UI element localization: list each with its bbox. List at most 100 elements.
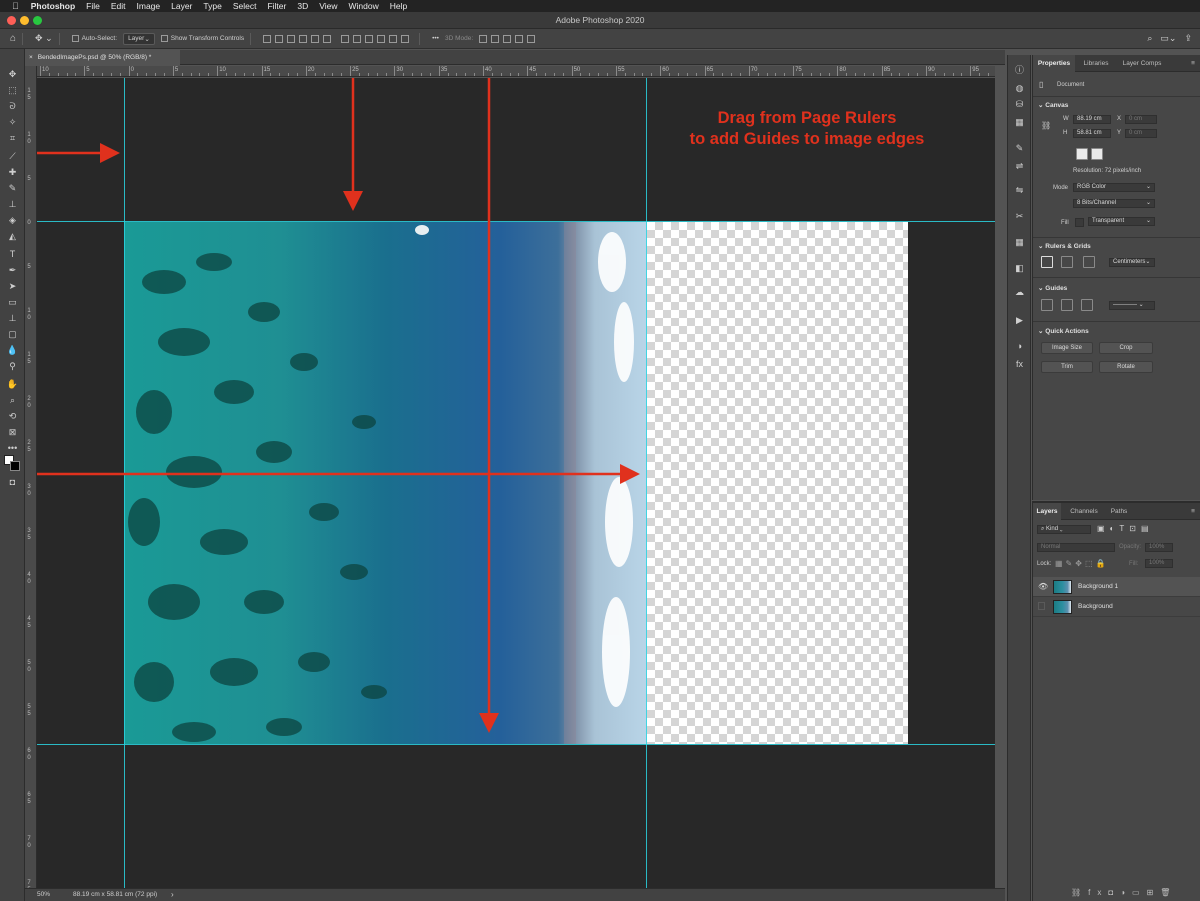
layer-filter-dropdown[interactable]: ⌕ Kind ⌄ <box>1037 525 1091 534</box>
menu-window[interactable]: Window <box>349 1 379 11</box>
menu-3d[interactable]: 3D <box>297 1 308 11</box>
libraries-icon[interactable]: ⛁ <box>1013 99 1026 110</box>
home-icon[interactable]: ⌂ <box>10 33 16 44</box>
magic-wand-icon[interactable]: ✧ <box>6 117 19 128</box>
menu-app-photoshop[interactable]: Photoshop <box>31 1 75 11</box>
menu-edit[interactable]: Edit <box>111 1 126 11</box>
character-icon[interactable]: ⇋ <box>1013 185 1026 196</box>
opacity-field[interactable]: 100% <box>1145 543 1173 552</box>
crop-tool-icon[interactable]: ⌗ <box>6 133 19 144</box>
healing-brush-icon[interactable]: ✚ <box>6 167 19 178</box>
eraser-icon[interactable]: ◈ <box>6 215 19 226</box>
layer-fill-field[interactable]: 100% <box>1145 559 1173 568</box>
close-tab-icon[interactable]: × <box>29 54 33 61</box>
info-icon[interactable]: ⓘ <box>1013 65 1026 76</box>
zoom-level[interactable]: 50% <box>37 891 50 898</box>
eyedropper-icon[interactable]: ⟋ <box>6 151 19 162</box>
adjustment-circle-icon[interactable]: ◑ <box>1013 341 1026 352</box>
tab-properties[interactable]: Properties <box>1033 55 1075 72</box>
canvas-pasteboard[interactable]: Drag from Page Rulers to add Guides to i… <box>37 78 995 888</box>
tab-layers[interactable]: Layers <box>1033 503 1061 520</box>
panel-menu-icon[interactable]: ≡ <box>1187 55 1199 72</box>
lasso-tool-icon[interactable]: ᘐ <box>6 101 19 112</box>
document-info[interactable]: 88.19 cm x 58.81 cm (72 ppi) <box>73 891 157 898</box>
rectangle-tool-icon[interactable]: ▭ <box>6 297 19 308</box>
menu-type[interactable]: Type <box>203 1 221 11</box>
link-icon[interactable]: ⛓ <box>1041 121 1051 130</box>
image-size-button[interactable]: Image Size <box>1041 342 1093 354</box>
layer-name[interactable]: Background <box>1078 603 1113 610</box>
share-icon[interactable]: ⇪ <box>1184 33 1192 44</box>
path-select-icon[interactable]: ➤ <box>6 281 19 292</box>
menu-filter[interactable]: Filter <box>267 1 286 11</box>
apple-menu-icon[interactable]:  <box>12 1 19 11</box>
layer-row-background-1[interactable]: 👁 Background 1 <box>1033 577 1200 597</box>
menu-help[interactable]: Help <box>390 1 407 11</box>
dodge-tool-icon[interactable]: ⚲ <box>6 361 19 372</box>
more-options-icon[interactable]: ••• <box>432 35 439 42</box>
paint-bucket-icon[interactable]: ◭ <box>6 231 19 242</box>
ruler-units-dropdown[interactable]: Centimeters⌄ <box>1109 258 1155 267</box>
menu-image[interactable]: Image <box>137 1 161 11</box>
brush-tool-icon[interactable]: ✎ <box>6 183 19 194</box>
tab-libraries[interactable]: Libraries <box>1077 55 1115 72</box>
x-field[interactable]: 0 cm <box>1125 115 1157 124</box>
fill-swatch[interactable] <box>1075 218 1084 227</box>
tab-layer-comps[interactable]: Layer Comps <box>1117 55 1167 72</box>
trim-button[interactable]: Trim <box>1041 361 1093 373</box>
status-arrow-icon[interactable]: › <box>171 890 174 899</box>
zoom-tool-icon[interactable]: ⌕ <box>6 395 19 406</box>
landscape-orientation-icon[interactable] <box>1091 148 1103 160</box>
swatches-icon[interactable]: ▦ <box>1013 117 1026 128</box>
frame-icon[interactable]: ▢ <box>6 329 19 340</box>
portrait-orientation-icon[interactable] <box>1076 148 1088 160</box>
stamp-icon[interactable]: ⊥ <box>6 313 19 324</box>
hand-tool-icon[interactable]: ✋ <box>6 379 19 390</box>
styles-fx-icon[interactable]: fx <box>1013 359 1026 370</box>
menu-select[interactable]: Select <box>233 1 257 11</box>
width-field[interactable]: 88.19 cm <box>1073 115 1111 124</box>
learn-icon[interactable]: ◍ <box>1013 83 1026 94</box>
adjustments-icon[interactable]: ⇌ <box>1013 161 1026 172</box>
search-icon[interactable]: ⌕ <box>1147 33 1152 44</box>
height-field[interactable]: 58.81 cm <box>1073 129 1111 138</box>
guides-toggle-icon[interactable] <box>1041 299 1053 311</box>
visibility-hidden-icon[interactable] <box>1038 602 1045 610</box>
blur-tool-icon[interactable]: 💧 <box>6 345 19 356</box>
layer-footer-icons[interactable]: ⛓fx◘◑▭⊞🗑 <box>1071 888 1177 897</box>
document-tab[interactable]: × BendedImagePs.psd @ 50% (RGB/8) * <box>25 50 180 65</box>
horizontal-ruler[interactable]: 10 5 0 5 10 15 20 25 30 35 40 45 50 55 60 65 70 75 80 85 90 9… <box>37 66 995 77</box>
actions-play-icon[interactable]: ▶ <box>1013 315 1026 326</box>
mode-dropdown[interactable]: RGB Color ⌄ <box>1073 183 1155 192</box>
3d-controls-icons[interactable] <box>479 34 539 43</box>
pixel-grid-icon[interactable] <box>1083 256 1095 268</box>
fill-dropdown[interactable]: Transparent ⌄ <box>1088 217 1155 226</box>
move-tool-icon[interactable]: ✥ <box>6 69 19 80</box>
layer-filter-icons[interactable]: ▣◐T⊡▤ <box>1097 524 1154 533</box>
y-field[interactable]: 0 cm <box>1125 129 1157 138</box>
brushes-icon[interactable]: ✎ <box>1013 143 1026 154</box>
visibility-eye-icon[interactable]: 👁 <box>1038 582 1048 591</box>
lock-icons[interactable]: ▦✎✥⬚🔒 <box>1055 559 1108 568</box>
type-tool-icon[interactable]: T <box>6 249 19 260</box>
layer-row-background[interactable]: Background <box>1033 597 1200 617</box>
layer-name[interactable]: Background 1 <box>1078 583 1118 590</box>
add-guide-icon[interactable] <box>1061 299 1073 311</box>
guide-layout-icon[interactable] <box>1081 299 1093 311</box>
pen-tool-icon[interactable]: ✒ <box>6 265 19 276</box>
3d-tool-icon[interactable]: ⊠ <box>6 427 19 438</box>
marquee-tool-icon[interactable]: ⬚ <box>6 85 19 96</box>
3d-icon[interactable]: ☁ <box>1013 287 1026 298</box>
quick-mask-icon[interactable]: ◘ <box>6 477 19 488</box>
guide-style-dropdown[interactable]: ———— ⌄ <box>1109 301 1155 310</box>
tab-channels[interactable]: Channels <box>1065 503 1103 520</box>
rotate-button[interactable]: Rotate <box>1099 361 1153 373</box>
workspace-icon[interactable]: ▭⌄ <box>1160 33 1176 44</box>
move-tool-preset-icon[interactable]: ✥ ⌄ <box>35 33 53 44</box>
blend-mode-dropdown[interactable]: Normal <box>1037 543 1115 552</box>
grid-icon[interactable]: ▦ <box>1013 237 1026 248</box>
histogram-icon[interactable]: ◧ <box>1013 263 1026 274</box>
show-transform-checkbox[interactable]: Show Transform Controls <box>160 35 244 42</box>
menu-layer[interactable]: Layer <box>171 1 192 11</box>
menu-view[interactable]: View <box>319 1 337 11</box>
